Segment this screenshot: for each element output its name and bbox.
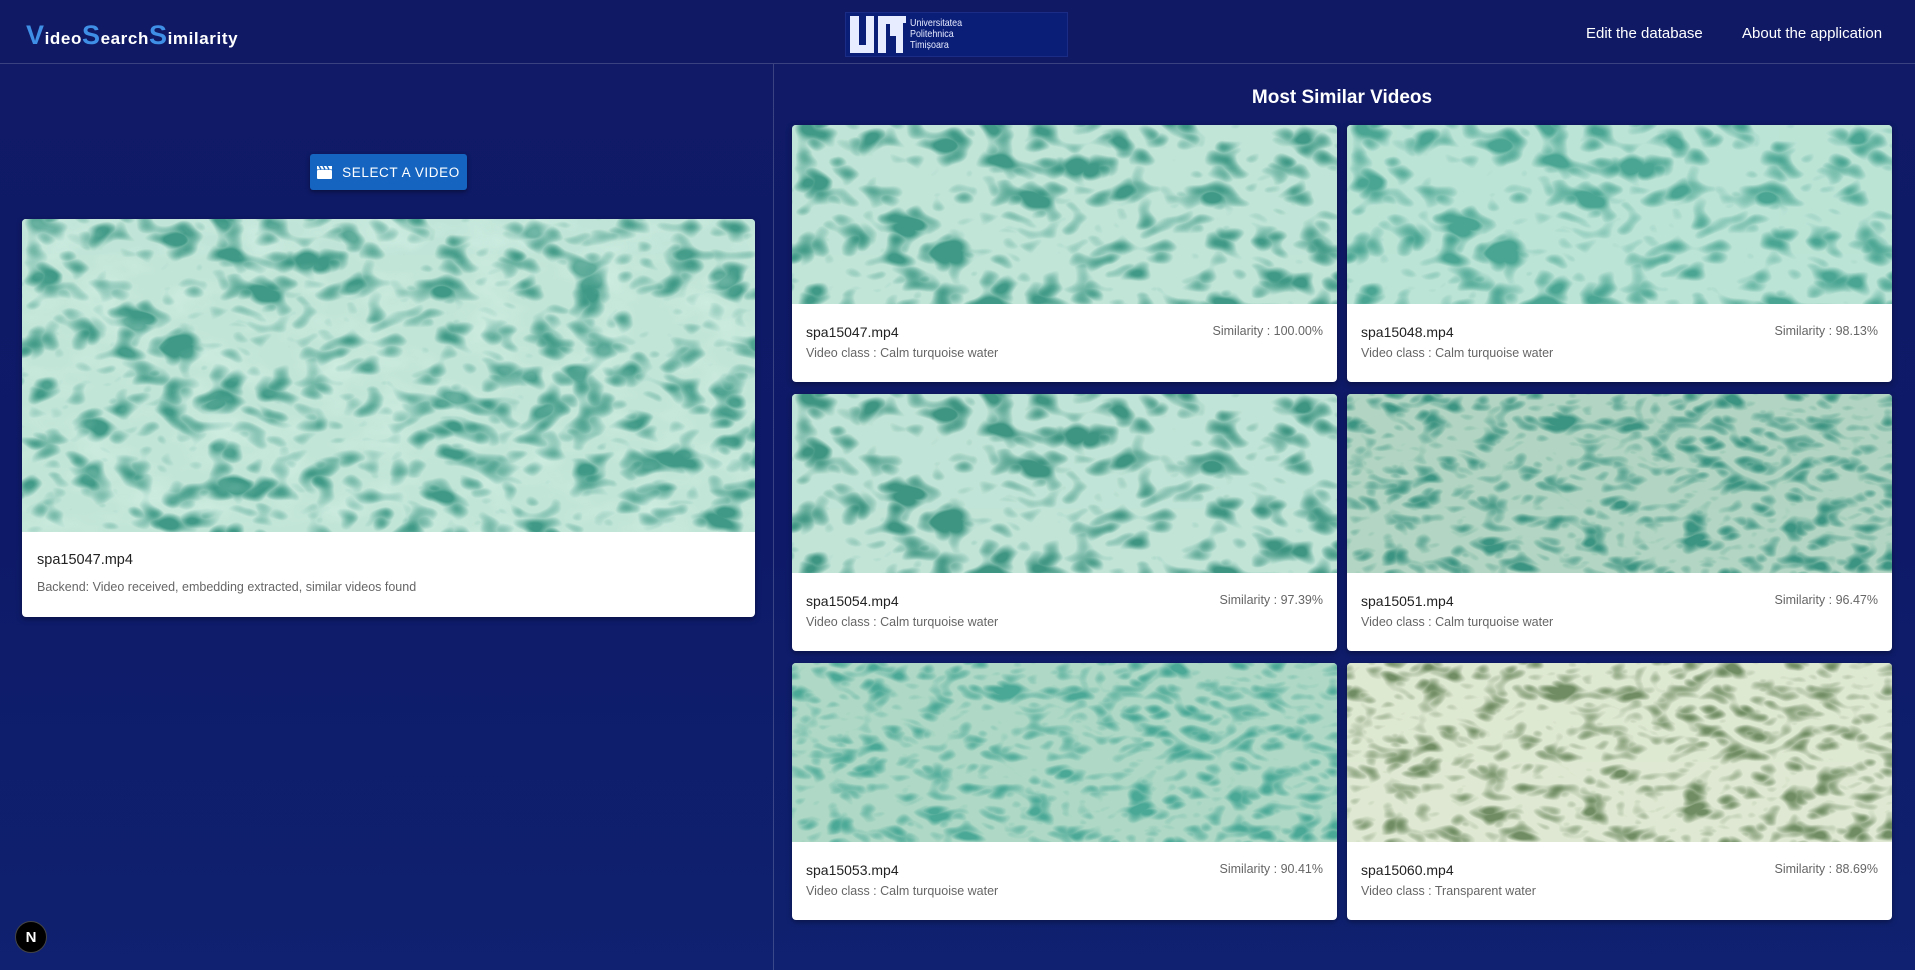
result-card[interactable]: spa15060.mp4 Similarity : 88.69% Video c…	[1347, 663, 1892, 920]
result-video-class: Video class : Calm turquoise water	[1361, 615, 1554, 629]
result-thumbnail[interactable]	[1347, 394, 1892, 573]
brand-rest-2: earch	[100, 29, 149, 48]
select-video-label: SELECT A VIDEO	[342, 164, 460, 180]
result-card[interactable]: spa15053.mp4 Similarity : 90.41% Video c…	[792, 663, 1337, 920]
result-video-class: Video class : Calm turquoise water	[806, 346, 999, 360]
dev-tools-badge[interactable]: N	[15, 921, 47, 953]
result-thumbnail[interactable]	[792, 125, 1337, 304]
brand-cap-1: V	[26, 20, 45, 50]
logo-line-3: Timișoara	[910, 39, 949, 51]
result-card[interactable]: spa15054.mp4 Similarity : 97.39% Video c…	[792, 394, 1337, 651]
result-similarity: Similarity : 90.41%	[1219, 862, 1323, 876]
nav-about-application[interactable]: About the application	[1742, 25, 1882, 42]
selected-video-filename: spa15047.mp4	[37, 552, 133, 568]
selected-video-thumbnail[interactable]	[22, 219, 755, 532]
result-similarity: Similarity : 100.00%	[1212, 324, 1323, 338]
results-title: Most Similar Videos	[1251, 87, 1433, 108]
backend-status-text: Backend: Video received, embedding extra…	[37, 580, 417, 594]
logo-text: Universitatea Politehnica Timișoara	[910, 18, 962, 51]
result-similarity: Similarity : 88.69%	[1774, 862, 1878, 876]
select-video-button[interactable]: SELECT A VIDEO	[310, 154, 467, 190]
result-card[interactable]: spa15051.mp4 Similarity : 96.47% Video c…	[1347, 394, 1892, 651]
result-video-class: Video class : Transparent water	[1361, 884, 1536, 898]
brand-rest-1: ideo	[44, 29, 82, 48]
result-filename: spa15060.mp4	[1361, 862, 1454, 878]
result-video-class: Video class : Calm turquoise water	[806, 884, 999, 898]
result-thumbnail[interactable]	[1347, 125, 1892, 304]
result-similarity: Similarity : 98.13%	[1774, 324, 1878, 338]
result-video-class: Video class : Calm turquoise water	[806, 615, 999, 629]
result-card[interactable]: spa15047.mp4 Similarity : 100.00% Video …	[792, 125, 1337, 382]
brand-rest-3: imilarity	[167, 29, 239, 48]
result-thumbnail[interactable]	[792, 663, 1337, 842]
result-filename: spa15048.mp4	[1361, 324, 1454, 340]
result-thumbnail[interactable]	[1347, 663, 1892, 842]
result-card[interactable]: spa15048.mp4 Similarity : 98.13% Video c…	[1347, 125, 1892, 382]
university-logo: Universitatea Politehnica Timișoara	[845, 12, 1068, 57]
brand-cap-2: S	[81, 20, 101, 50]
result-filename: spa15047.mp4	[806, 324, 899, 340]
result-video-class: Video class : Calm turquoise water	[1361, 346, 1554, 360]
upt-logo-mark	[847, 13, 907, 56]
app-brand[interactable]: Video Search Similarity	[26, 20, 238, 51]
pane-divider	[773, 64, 774, 970]
selected-video-card[interactable]: spa15047.mp4 Backend: Video received, em…	[22, 219, 755, 617]
brand-cap-3: S	[148, 20, 168, 50]
result-similarity: Similarity : 97.39%	[1219, 593, 1323, 607]
result-similarity: Similarity : 96.47%	[1774, 593, 1878, 607]
clapperboard-icon	[317, 165, 333, 179]
nav-edit-database[interactable]: Edit the database	[1586, 25, 1703, 42]
result-thumbnail[interactable]	[792, 394, 1337, 573]
result-filename: spa15051.mp4	[1361, 593, 1454, 609]
result-filename: spa15053.mp4	[806, 862, 899, 878]
app-header: Video Search Similarity Universitatea Poli…	[0, 0, 1915, 64]
result-filename: spa15054.mp4	[806, 593, 899, 609]
